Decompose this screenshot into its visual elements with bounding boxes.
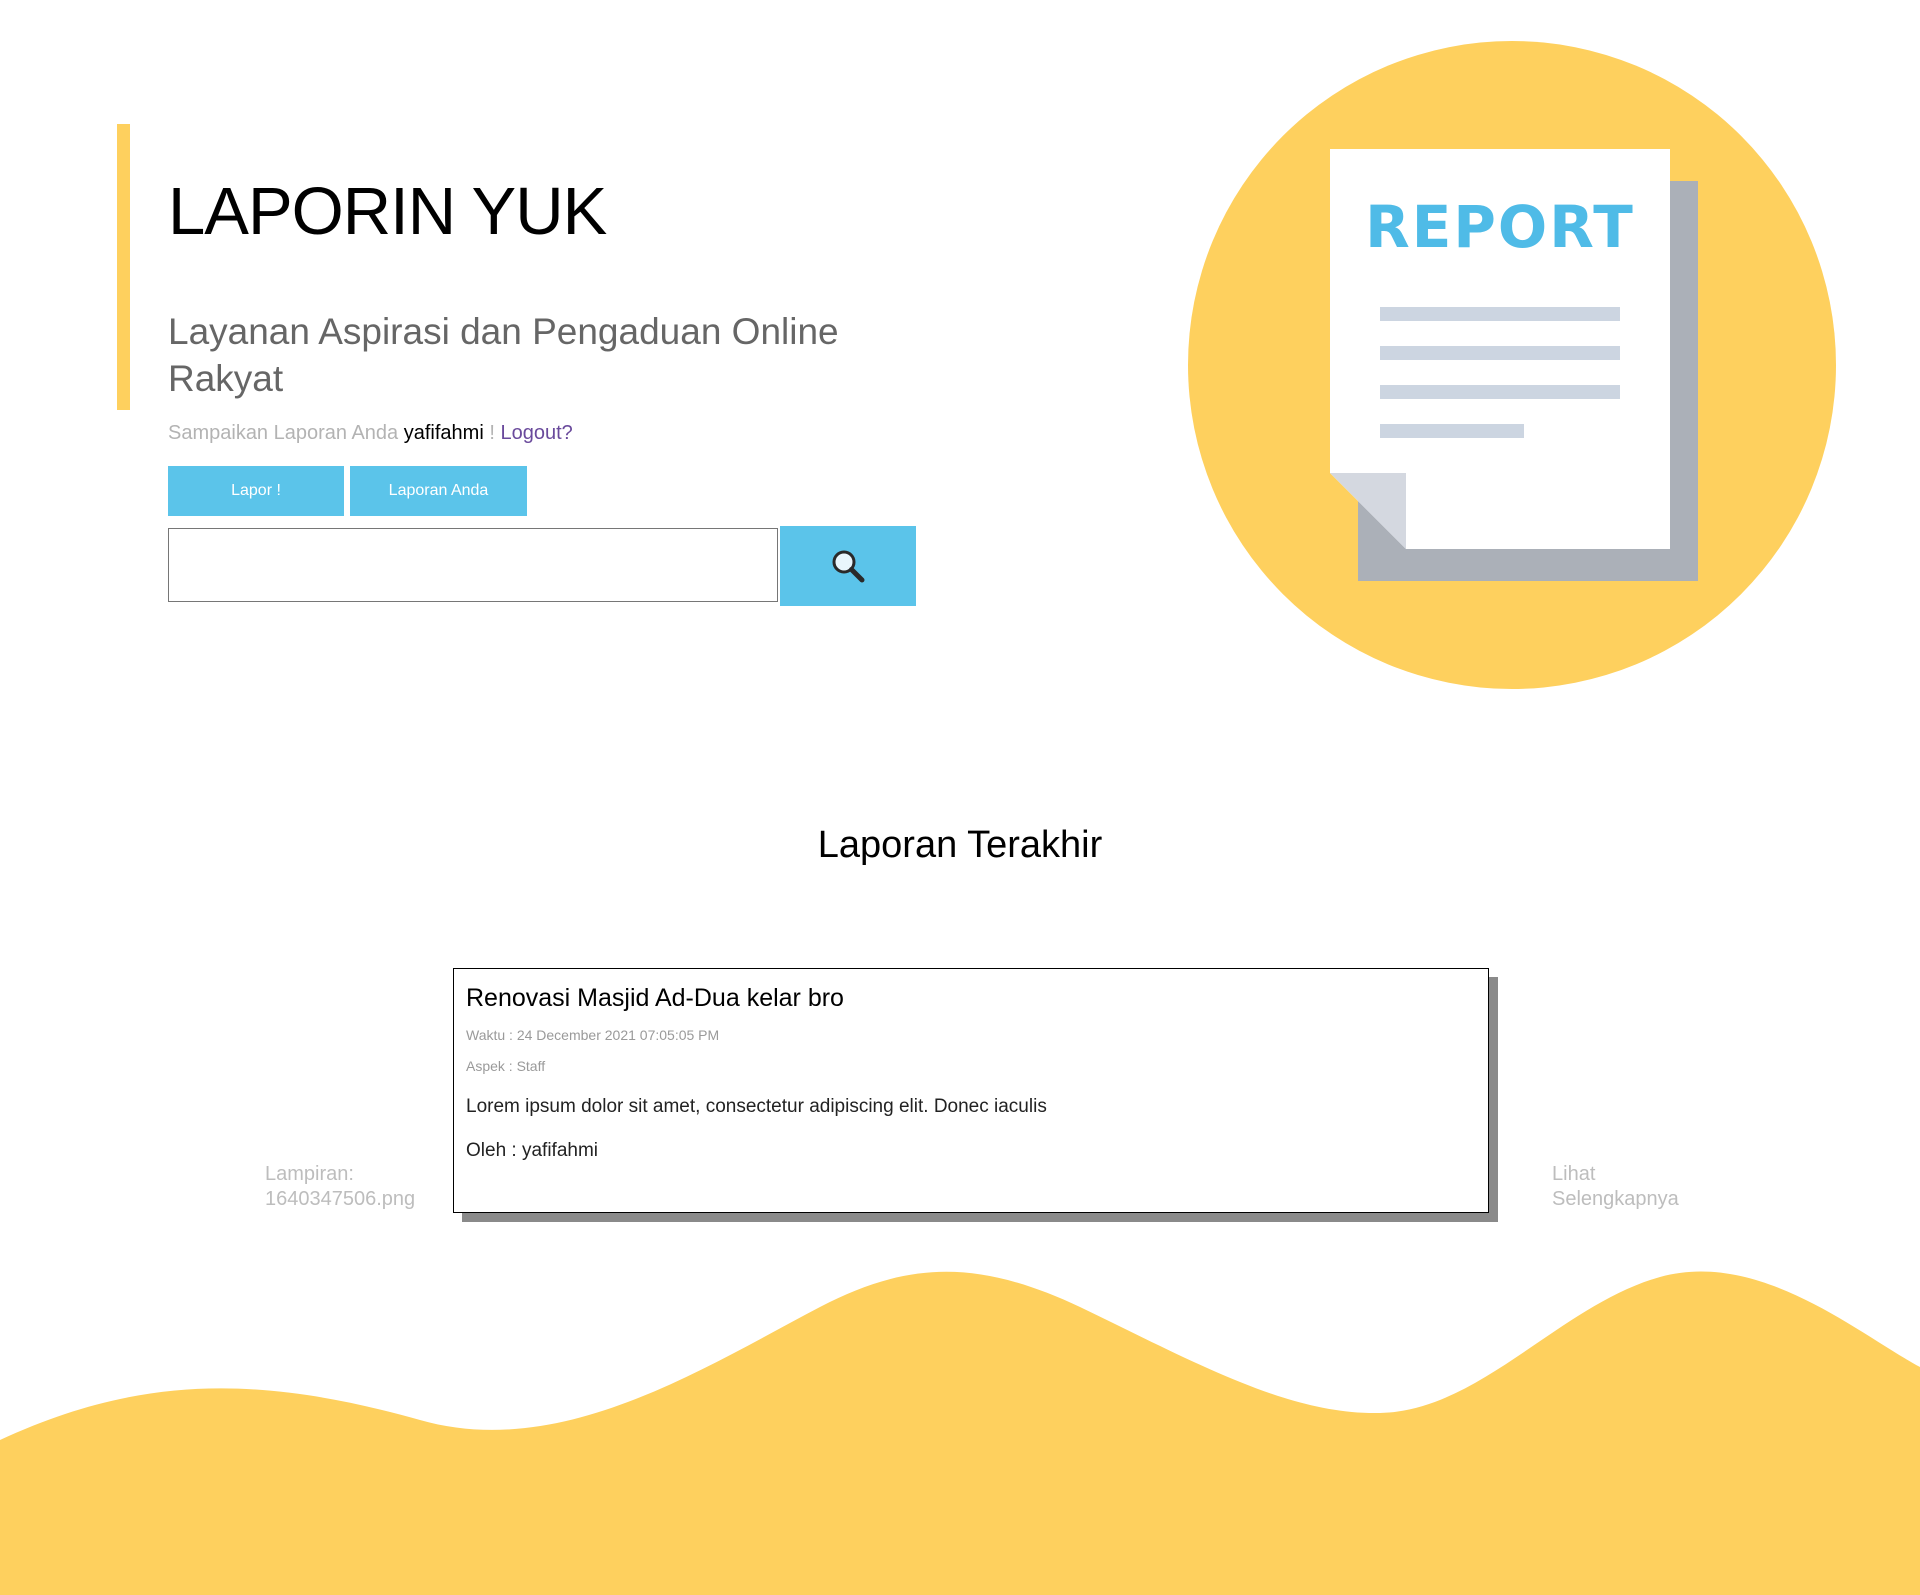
logout-link[interactable]: Logout? <box>500 422 572 444</box>
attachment-label: Lampiran: 1640347506.png <box>265 1163 416 1210</box>
report-author: Oleh : yafifahmi <box>466 1140 598 1161</box>
search-button[interactable] <box>780 526 916 606</box>
username: yafifahmi <box>403 422 484 444</box>
greeting-separator: ! <box>489 422 495 444</box>
report-aspect: Aspek : Staff <box>466 1058 546 1074</box>
report-time: Waktu : 24 December 2021 07:05:05 PM <box>466 1027 720 1043</box>
greeting-prefix: Sampaikan Laporan Anda <box>168 422 399 444</box>
hero-accent-bar <box>117 124 130 410</box>
text-line <box>1380 424 1524 438</box>
greeting: Sampaikan Laporan Anda yafifahmi ! Logou… <box>168 420 573 446</box>
search-input[interactable] <box>168 528 778 602</box>
search-icon <box>832 550 865 583</box>
latest-reports-heading: Laporan Terakhir <box>817 824 1103 866</box>
report-body: Lorem ipsum dolor sit amet, consectetur … <box>466 1096 1047 1117</box>
text-line <box>1380 385 1620 399</box>
site-subtitle: Layanan Aspirasi dan Pengaduan Online Ra… <box>168 311 839 399</box>
report-card: Renovasi Masjid Ad-Dua kelar bro Waktu :… <box>453 968 1489 1213</box>
text-line <box>1380 307 1620 321</box>
lapor-button[interactable]: Lapor ! <box>168 466 344 516</box>
report-title: Renovasi Masjid Ad-Dua kelar bro <box>466 984 844 1012</box>
read-more-link[interactable]: Lihat Selengkapnya <box>1552 1162 1712 1212</box>
report-label: REPORT <box>1365 193 1635 261</box>
text-line <box>1380 346 1620 360</box>
laporan-anda-button[interactable]: Laporan Anda <box>350 466 527 516</box>
footer-wave <box>0 1271 1920 1595</box>
site-title: LAPORIN YUK <box>168 174 607 249</box>
report-document-icon: REPORT <box>1188 41 1836 689</box>
